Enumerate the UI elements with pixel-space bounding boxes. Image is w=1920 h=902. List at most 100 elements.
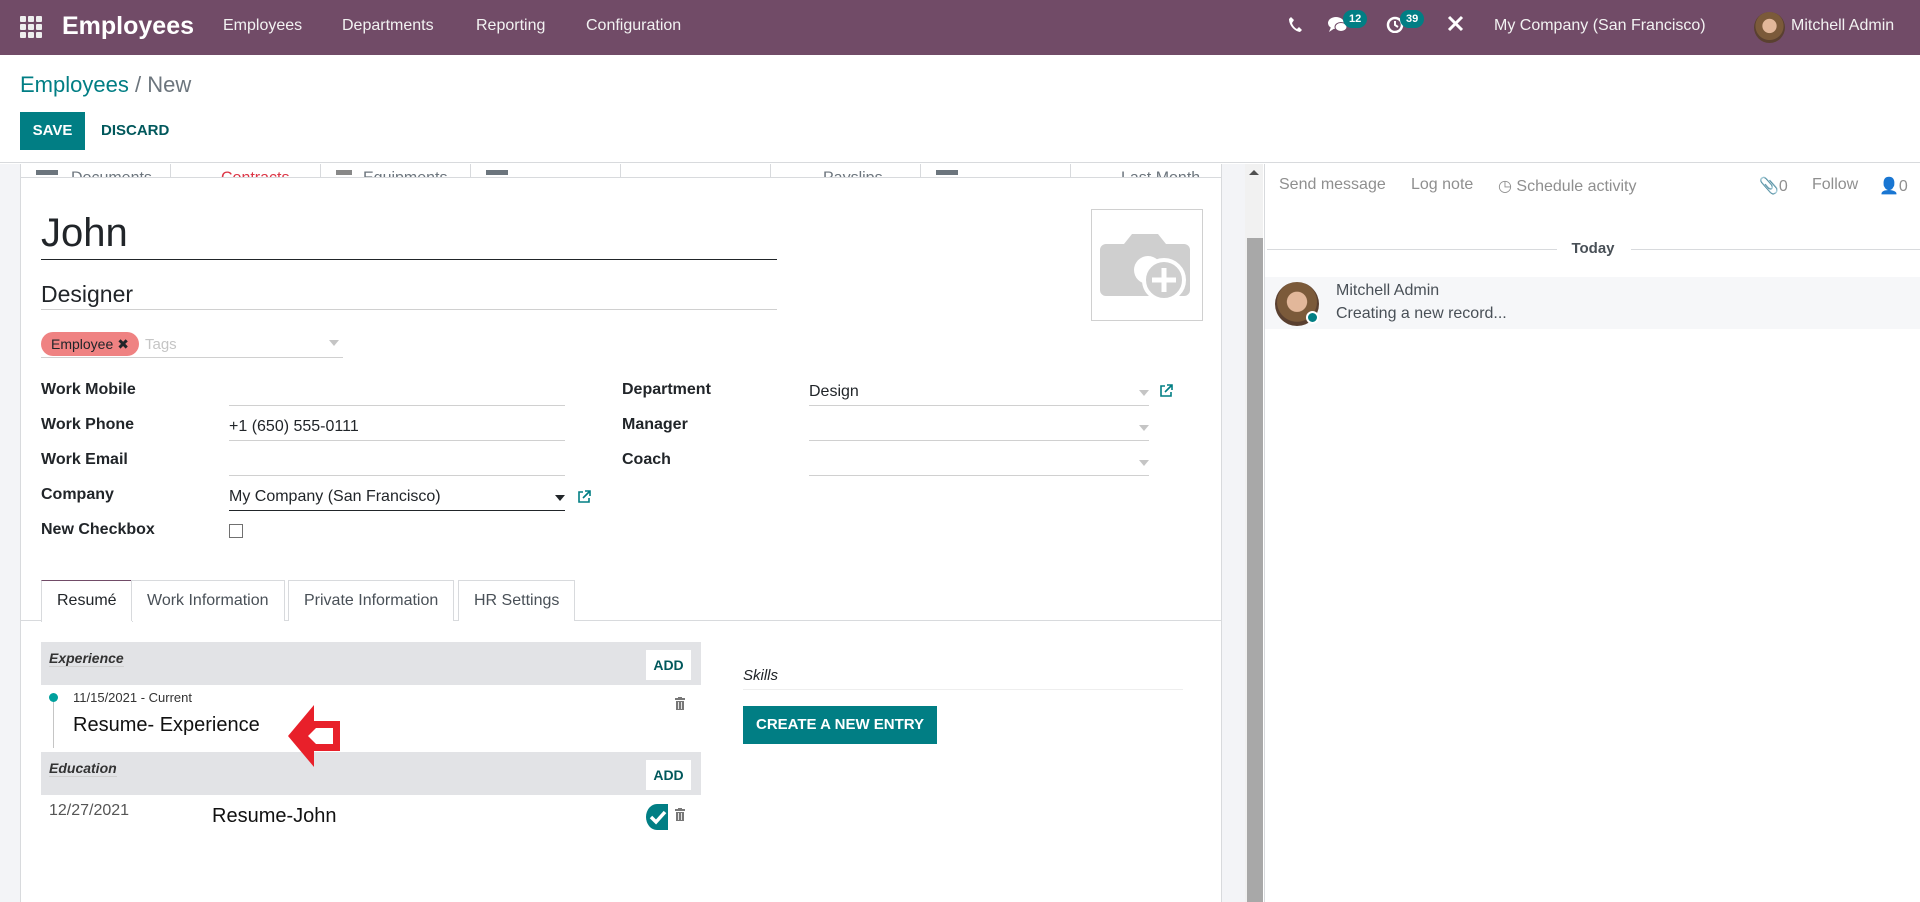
- work-phone-label: Work Phone: [41, 416, 135, 433]
- red-arrow-annotation-icon: [286, 703, 342, 774]
- user-icon: 👤: [1879, 178, 1899, 195]
- tab-private-information[interactable]: Private Information: [288, 580, 455, 621]
- add-education-button[interactable]: ADD: [646, 760, 691, 790]
- timeline-dot: [49, 693, 58, 702]
- attachments-button[interactable]: 📎0: [1759, 176, 1788, 196]
- work-mobile-input[interactable]: [229, 380, 565, 406]
- discard-button[interactable]: DISCARD: [95, 112, 175, 150]
- timeline-line: [53, 702, 54, 748]
- card-icon: [486, 170, 508, 175]
- remove-tag-icon[interactable]: ✖: [117, 336, 129, 352]
- followers-button[interactable]: 👤0: [1879, 176, 1908, 196]
- education-date: 12/27/2021: [49, 802, 130, 819]
- breadcrumb-employees[interactable]: Employees: [20, 72, 129, 97]
- work-mobile-label: Work Mobile: [41, 381, 136, 398]
- send-message-button[interactable]: Send message: [1279, 176, 1386, 194]
- chevron-down-icon[interactable]: [1139, 390, 1149, 396]
- menu-employees[interactable]: Employees: [223, 17, 302, 35]
- message-body: Creating a new record...: [1336, 305, 1507, 322]
- breadcrumb-separator: /: [134, 72, 142, 97]
- add-experience-button[interactable]: ADD: [646, 650, 691, 680]
- menu-reporting[interactable]: Reporting: [476, 17, 545, 35]
- manager-select[interactable]: [809, 415, 1149, 441]
- tags-input[interactable]: Employee ✖ Tags: [41, 332, 343, 358]
- smart-button-4[interactable]: [471, 164, 621, 177]
- external-link-icon[interactable]: [577, 490, 591, 504]
- form-scrollbar[interactable]: [1245, 164, 1263, 902]
- trash-icon[interactable]: [675, 697, 685, 710]
- tab-resume[interactable]: Resumé: [41, 580, 133, 622]
- user-menu[interactable]: Mitchell Admin: [1791, 17, 1894, 35]
- chevron-down-icon[interactable]: [1139, 425, 1149, 431]
- menu-configuration[interactable]: Configuration: [586, 17, 681, 35]
- log-note-button[interactable]: Log note: [1411, 176, 1473, 194]
- activities-badge: 39: [1400, 10, 1425, 28]
- experience-date: 11/15/2021 - Current: [73, 690, 192, 705]
- scrollbar-thumb[interactable]: [1247, 238, 1263, 902]
- work-email-input[interactable]: [229, 450, 565, 476]
- education-title: Education: [49, 760, 117, 777]
- job-title-input[interactable]: Designer: [41, 278, 777, 310]
- education-section-header: Education ADD: [41, 752, 701, 795]
- smart-buttons-row: Documents Contracts Equipments Payslips …: [21, 164, 1221, 178]
- coach-label: Coach: [622, 451, 671, 468]
- breadcrumb: Employees / New: [20, 72, 191, 98]
- form-sheet: Documents Contracts Equipments Payslips …: [20, 164, 1222, 902]
- phone-icon[interactable]: [1287, 15, 1303, 38]
- external-link-icon[interactable]: [1159, 384, 1173, 398]
- skills-title: Skills: [743, 667, 1183, 690]
- smart-button-7[interactable]: [921, 164, 1071, 177]
- experience-line-name[interactable]: Resume- Experience: [73, 714, 260, 737]
- app-title[interactable]: Employees: [62, 12, 194, 41]
- equipment-icon: [336, 170, 352, 175]
- menu-departments[interactable]: Departments: [342, 17, 434, 35]
- work-email-label: Work Email: [41, 451, 128, 468]
- company-select[interactable]: My Company (San Francisco): [229, 485, 565, 511]
- experience-section-header: Experience ADD: [41, 642, 701, 685]
- department-select[interactable]: Design: [809, 380, 1149, 406]
- follow-button[interactable]: Follow: [1812, 176, 1858, 194]
- chevron-down-icon[interactable]: [555, 495, 565, 501]
- smart-button-documents[interactable]: Documents: [21, 164, 171, 177]
- schedule-activity-button[interactable]: ◷ Schedule activity: [1498, 176, 1636, 196]
- employee-photo-upload[interactable]: [1091, 209, 1203, 321]
- smart-button-5[interactable]: [621, 164, 771, 177]
- card-icon: [936, 170, 958, 175]
- message-author[interactable]: Mitchell Admin: [1336, 282, 1439, 300]
- tab-hr-settings[interactable]: HR Settings: [458, 580, 576, 621]
- chatter-message: Mitchell Admin Creating a new record...: [1265, 277, 1920, 329]
- check-circle-icon[interactable]: [646, 804, 668, 830]
- folder-icon: [36, 170, 58, 175]
- messages-badge: 12: [1343, 10, 1368, 28]
- create-new-entry-button[interactable]: CREATE A NEW ENTRY: [743, 706, 938, 744]
- breadcrumb-current: New: [147, 72, 192, 97]
- tag-employee: Employee ✖: [41, 332, 139, 356]
- work-phone-input[interactable]: +1 (650) 555-0111: [229, 415, 565, 441]
- smart-button-equipments[interactable]: Equipments: [321, 164, 471, 177]
- save-button[interactable]: SAVE: [20, 112, 85, 150]
- trash-icon[interactable]: [675, 808, 685, 821]
- paperclip-icon: 📎: [1759, 178, 1779, 195]
- company-label: Company: [41, 486, 114, 503]
- company-switcher[interactable]: My Company (San Francisco): [1494, 17, 1706, 35]
- education-line-name[interactable]: Resume-John: [212, 805, 337, 828]
- smart-button-last-month[interactable]: Last Month: [1071, 164, 1221, 177]
- app-menu-grid-icon[interactable]: [20, 16, 42, 38]
- camera-plus-icon: [1100, 234, 1190, 302]
- user-avatar[interactable]: [1754, 12, 1785, 43]
- chevron-down-icon[interactable]: [329, 340, 339, 346]
- control-panel: Employees / New SAVE DISCARD: [0, 55, 1920, 163]
- coach-select[interactable]: [809, 450, 1149, 476]
- experience-title: Experience: [49, 650, 124, 667]
- tags-placeholder: Tags: [145, 336, 177, 353]
- date-separator-line: [1631, 249, 1920, 250]
- chatter-panel: Send message Log note ◷ Schedule activit…: [1264, 164, 1920, 902]
- smart-button-payslips[interactable]: Payslips: [771, 164, 921, 177]
- new-checkbox[interactable]: [229, 524, 243, 538]
- employee-name-input[interactable]: John: [41, 206, 777, 260]
- smart-button-contracts[interactable]: Contracts: [171, 164, 321, 177]
- chevron-down-icon[interactable]: [1139, 460, 1149, 466]
- scroll-up-arrow-icon[interactable]: [1249, 170, 1259, 175]
- tab-work-information[interactable]: Work Information: [131, 580, 285, 621]
- tools-icon[interactable]: [1447, 15, 1464, 37]
